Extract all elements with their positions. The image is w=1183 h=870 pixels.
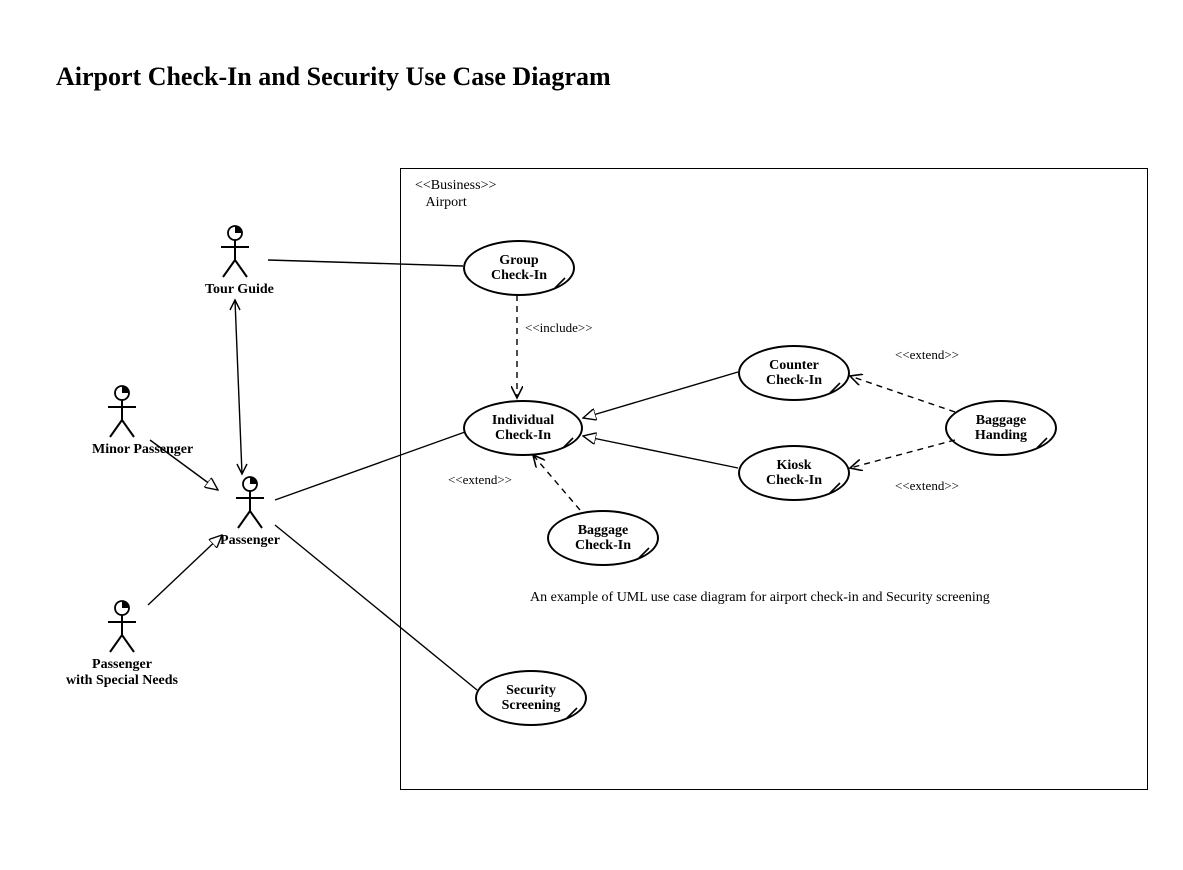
stick-figure-icon [230,476,270,531]
actor-minor-passenger-label: Minor Passenger [92,442,152,458]
usecase-baggage-checkin-label: Baggage Check-In [569,523,637,554]
stereotype-extend-kiosk: <<extend>> [895,478,959,494]
usecase-slash-icon [828,481,842,495]
usecase-group-checkin: Group Check-In [463,240,575,296]
business-stereotype: <<Business>> [415,178,496,193]
stick-figure-icon [102,600,142,655]
usecase-individual-checkin-label: Individual Check-In [486,413,560,444]
gen-special-needs-passenger [148,535,222,605]
actor-passenger-label: Passenger [220,533,280,549]
stereotype-extend-baggage-checkin: <<extend>> [448,472,512,488]
stick-figure-icon [102,385,142,440]
usecase-slash-icon [561,436,575,450]
assoc-tourguide-passenger [235,300,242,474]
business-boundary-label: <<Business>> Airport [415,178,496,212]
usecase-slash-icon [637,546,651,560]
usecase-slash-icon [553,276,567,290]
usecase-security-screening: Security Screening [475,670,587,726]
actor-minor-passenger: Minor Passenger [92,385,152,458]
usecase-slash-icon [1035,436,1049,450]
stereotype-include-group: <<include>> [525,320,593,336]
usecase-kiosk-checkin: Kiosk Check-In [738,445,850,501]
stereotype-extend-counter: <<extend>> [895,347,959,363]
usecase-slash-icon [565,706,579,720]
usecase-counter-checkin: Counter Check-In [738,345,850,401]
usecase-baggage-handing-label: Baggage Handing [969,413,1033,444]
actor-special-needs: Passenger with Special Needs [92,600,152,689]
actor-passenger: Passenger [220,476,280,549]
stick-figure-icon [215,225,255,280]
usecase-group-checkin-label: Group Check-In [485,253,553,284]
diagram-caption: An example of UML use case diagram for a… [530,590,990,606]
usecase-slash-icon [828,381,842,395]
usecase-baggage-handing: Baggage Handing [945,400,1057,456]
diagram-title: Airport Check-In and Security Use Case D… [56,62,611,92]
usecase-counter-checkin-label: Counter Check-In [760,358,828,389]
actor-tour-guide: Tour Guide [205,225,265,298]
usecase-kiosk-checkin-label: Kiosk Check-In [760,458,828,489]
usecase-individual-checkin: Individual Check-In [463,400,583,456]
usecase-security-screening-label: Security Screening [496,683,567,714]
actor-special-needs-label: Passenger with Special Needs [52,657,192,689]
business-name: Airport [426,195,467,210]
usecase-baggage-checkin: Baggage Check-In [547,510,659,566]
actor-tour-guide-label: Tour Guide [205,282,265,298]
